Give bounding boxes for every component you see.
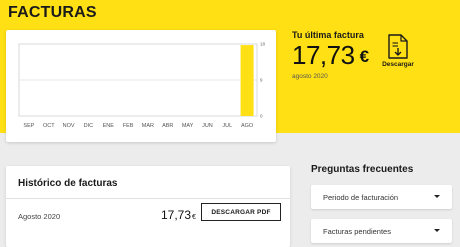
latest-invoice-amount-value: 17,73: [292, 40, 355, 70]
latest-invoice-currency: €: [359, 47, 369, 66]
latest-invoice-label: Tu última factura: [292, 30, 364, 40]
y-tick-label: 9: [260, 78, 263, 83]
download-latest-label: Descargar: [382, 61, 414, 68]
x-tick-label: ENE: [103, 123, 115, 129]
invoice-history-card: Histórico de facturas Agosto 2020 17,73€…: [6, 166, 290, 247]
x-tick-label: DIC: [84, 123, 94, 129]
x-tick-label: JUL: [222, 123, 232, 129]
document-download-icon: [388, 34, 408, 59]
latest-invoice-panel: Tu última factura 17,73 € agosto 2020: [292, 30, 369, 80]
y-tick-label: 18: [260, 42, 266, 47]
table-row: Agosto 2020 17,73€ DESCARGAR PDF: [6, 199, 290, 247]
x-tick-label: MAY: [182, 123, 194, 129]
faq-item-facturas-pendientes[interactable]: Facturas pendientes: [311, 219, 452, 243]
download-pdf-button[interactable]: DESCARGAR PDF: [201, 203, 281, 221]
faq-item-label: Facturas pendientes: [323, 227, 391, 236]
x-tick-label: ABR: [162, 123, 173, 129]
caret-down-icon: [434, 195, 440, 198]
caret-down-icon: [434, 229, 440, 232]
invoice-currency: €: [192, 214, 196, 221]
x-tick-label: JUN: [202, 123, 213, 129]
invoice-chart: 0 9 18 SEP OCT NOV DIC ENE FEB MAR ABR MAY JUN JUL AGO: [18, 42, 266, 129]
invoice-amount: 17,73€: [161, 208, 196, 222]
download-latest-button[interactable]: Descargar: [380, 34, 416, 68]
bar-ago: [240, 45, 254, 116]
x-tick-label: NOV: [63, 123, 75, 129]
faq-item-periodo-facturacion[interactable]: Periodo de facturación: [311, 185, 452, 209]
invoice-history-title: Histórico de facturas: [18, 178, 118, 189]
x-tick-label: AGO: [241, 123, 254, 129]
x-tick-label: SEP: [23, 123, 34, 129]
latest-invoice-amount: 17,73 €: [292, 40, 369, 71]
chart-card: 0 9 18 SEP OCT NOV DIC ENE FEB MAR ABR MAY JUN JUL AGO: [6, 30, 276, 142]
x-tick-label: FEB: [123, 123, 134, 129]
invoice-amount-value: 17,73: [161, 208, 192, 222]
invoice-period: Agosto 2020: [18, 212, 61, 221]
faq-item-label: Periodo de facturación: [323, 193, 399, 202]
x-tick-label: OCT: [43, 123, 55, 129]
y-tick-label: 0: [260, 114, 263, 119]
latest-invoice-date: agosto 2020: [292, 73, 328, 80]
faq-title: Preguntas frecuentes: [311, 164, 414, 175]
page-title: FACTURAS: [8, 4, 97, 21]
x-tick-label: MAR: [142, 123, 154, 129]
